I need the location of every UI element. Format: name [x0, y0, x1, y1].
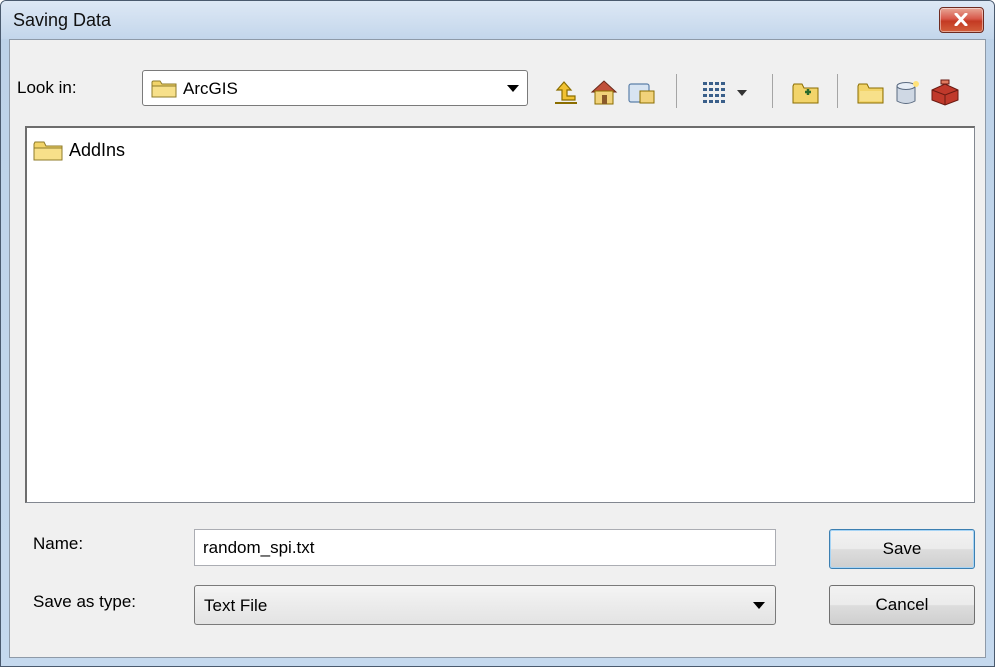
folder-icon — [33, 141, 63, 161]
save-button[interactable]: Save — [829, 529, 975, 569]
look-in-dropdown[interactable]: ArcGIS — [142, 70, 528, 106]
connect-folder-icon[interactable] — [627, 78, 655, 106]
toolbox-icon[interactable] — [929, 78, 959, 106]
window-title: Saving Data — [13, 10, 112, 30]
save-as-type-value: Text File — [204, 596, 268, 615]
list-item-label: AddIns — [69, 140, 126, 160]
view-menu-icon[interactable] — [701, 78, 751, 106]
folder-icon — [151, 79, 177, 104]
save-dialog-window: Saving Data Look in: ArcGIS AddIns Name:… — [0, 0, 995, 667]
look-in-label: Look in: — [17, 78, 77, 97]
home-folder-icon[interactable] — [589, 78, 618, 106]
look-in-value: ArcGIS — [183, 79, 238, 98]
chevron-down-icon — [753, 602, 765, 609]
new-personal-geodatabase-icon[interactable] — [892, 78, 920, 106]
up-one-level-icon[interactable] — [551, 78, 579, 106]
file-list[interactable]: AddIns — [25, 126, 975, 503]
name-field[interactable] — [194, 529, 776, 566]
name-label: Name: — [33, 534, 84, 553]
save-as-type-label: Save as type: — [33, 592, 137, 611]
cancel-button[interactable]: Cancel — [829, 585, 975, 625]
close-button[interactable] — [939, 7, 984, 33]
toolbar-separator — [676, 74, 677, 108]
chevron-down-icon — [507, 85, 519, 92]
title-bar[interactable]: Saving Data — [1, 1, 994, 39]
name-input[interactable] — [203, 536, 763, 560]
close-icon — [954, 13, 968, 26]
save-as-type-dropdown[interactable]: Text File — [194, 585, 776, 625]
toolbar-separator — [772, 74, 773, 108]
toolbar-separator — [837, 74, 838, 108]
new-folder-icon[interactable] — [791, 78, 819, 106]
new-file-geodatabase-icon[interactable] — [856, 78, 884, 106]
